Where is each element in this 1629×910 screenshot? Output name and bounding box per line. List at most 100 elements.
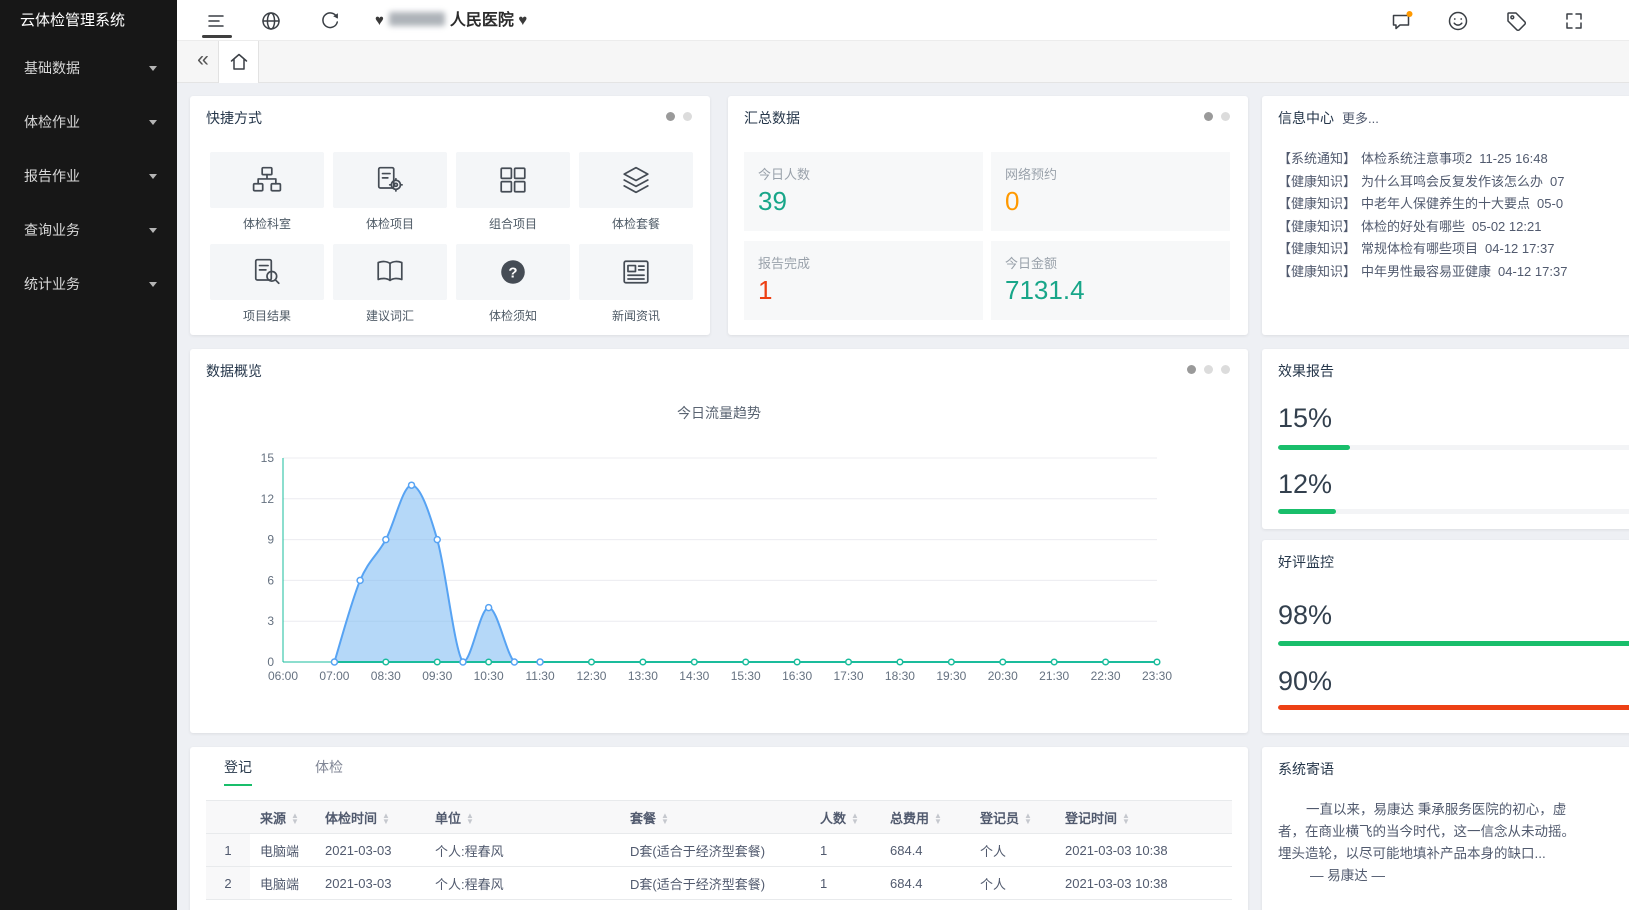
register-table-card: 登记 体检 来源▲▼ 体检时间▲▼ 单位▲▼ 套餐▲▼ 人数▲▼ [190, 747, 1248, 910]
metric-value: 98% [1278, 600, 1332, 631]
app-title: 云体检管理系统 [0, 0, 177, 41]
svg-text:22:30: 22:30 [1091, 669, 1121, 683]
shortcut-news[interactable]: 新闻资讯 [579, 244, 693, 324]
card-title: 好评监控 [1278, 552, 1334, 572]
shortcut-group-items[interactable]: 组合项目 [456, 152, 570, 232]
sort-icon: ▲▼ [382, 813, 390, 825]
info-list: 【系统通知】体检系统注意事项211-25 16:48 【健康知识】为什么耳鸣会反… [1278, 148, 1629, 283]
progress-bar [1278, 705, 1629, 710]
sidebar-item-report-work[interactable]: 报告作业 [0, 149, 177, 203]
column-header-registrar[interactable]: 登记员▲▼ [970, 801, 1055, 834]
carousel-dot[interactable] [1221, 365, 1230, 374]
heart-icon: ♥ [375, 12, 384, 29]
column-header-count[interactable]: 人数▲▼ [810, 801, 880, 834]
carousel-dots [666, 112, 692, 121]
svg-text:08:30: 08:30 [371, 669, 401, 683]
svg-text:12: 12 [261, 492, 275, 506]
shortcut-exam-package[interactable]: 体检套餐 [579, 152, 693, 232]
column-header-exam-time[interactable]: 体检时间▲▼ [315, 801, 425, 834]
home-icon [228, 51, 250, 73]
metric-value: 15% [1278, 403, 1332, 434]
info-item[interactable]: 【系统通知】体检系统注意事项211-25 16:48 [1278, 148, 1629, 171]
question-circle-icon: ? [498, 257, 528, 287]
carousel-dot[interactable] [683, 112, 692, 121]
card-title: 效果报告 [1278, 361, 1334, 381]
main-content: 快捷方式 体检科室 体检项目 [177, 83, 1629, 910]
sidebar-item-basic-data[interactable]: 基础数据 [0, 41, 177, 95]
card-title: 数据概览 [206, 361, 262, 381]
column-header-unit[interactable]: 单位▲▼ [425, 801, 620, 834]
chart-title: 今日流量趋势 [190, 403, 1248, 423]
org-structure-icon [252, 165, 282, 195]
card-title: 汇总数据 [744, 108, 800, 128]
svg-text:09:30: 09:30 [422, 669, 452, 683]
svg-text:16:30: 16:30 [782, 669, 812, 683]
carousel-dot[interactable] [1204, 112, 1213, 121]
refresh-icon[interactable] [318, 9, 342, 33]
svg-text:6: 6 [267, 573, 274, 587]
tab-exam[interactable]: 体检 [315, 757, 343, 786]
carousel-dots [1187, 365, 1230, 374]
app-root: 云体检管理系统 基础数据 体检作业 报告作业 查询业务 统计业务 ♥人民医院 ♥ [0, 0, 1629, 910]
collapse-tabs-icon[interactable]: « [189, 41, 217, 83]
column-header-register-time[interactable]: 登记时间▲▼ [1055, 801, 1232, 834]
stat-today-amount: 今日金额 7131.4 [991, 241, 1230, 320]
chevron-down-icon [149, 282, 157, 287]
shortcut-suggestion-vocab[interactable]: 建议词汇 [333, 244, 447, 324]
info-center-card: 信息中心更多... 【系统通知】体检系统注意事项211-25 16:48 【健康… [1262, 96, 1629, 335]
table-row[interactable]: 2 电脑端 2021-03-03 个人:程春风 D套(适合于经济型套餐) 1 6… [206, 867, 1232, 900]
newspaper-icon [621, 257, 651, 287]
carousel-dot[interactable] [1187, 365, 1196, 374]
svg-text:18:30: 18:30 [885, 669, 915, 683]
fullscreen-icon[interactable] [1562, 9, 1586, 33]
shortcut-exam-notice[interactable]: ? 体检须知 [456, 244, 570, 324]
progress-bar [1278, 509, 1629, 514]
svg-text:14:30: 14:30 [679, 669, 709, 683]
shortcut-exam-items[interactable]: 体检项目 [333, 152, 447, 232]
menu-collapse-icon[interactable] [204, 9, 228, 33]
tab-home[interactable] [218, 41, 259, 83]
more-link[interactable]: 更多... [1342, 111, 1379, 126]
tab-register[interactable]: 登记 [224, 757, 252, 786]
svg-text:06:00: 06:00 [268, 669, 298, 683]
info-item[interactable]: 【健康知识】常规体检有哪些项目04-12 17:37 [1278, 238, 1629, 261]
info-item[interactable]: 【健康知识】中年男性最容易亚健康04-12 17:37 [1278, 261, 1629, 284]
sidebar-item-query[interactable]: 查询业务 [0, 203, 177, 257]
svg-text:3: 3 [267, 614, 274, 628]
svg-text:15: 15 [261, 451, 275, 465]
svg-text:11:30: 11:30 [525, 669, 554, 683]
carousel-dot[interactable] [666, 112, 675, 121]
column-header-total-fee[interactable]: 总费用▲▼ [880, 801, 970, 834]
heart-icon: ♥ [518, 12, 527, 29]
svg-text:0: 0 [267, 655, 274, 669]
column-header-source[interactable]: 来源▲▼ [250, 801, 315, 834]
carousel-dot[interactable] [1221, 112, 1230, 121]
table-row[interactable]: 1 电脑端 2021-03-03 个人:程春风 D套(适合于经济型套餐) 1 6… [206, 834, 1232, 867]
data-overview-card: 数据概览 今日流量趋势 0369121506:0007:0008:3009:30… [190, 349, 1248, 733]
sidebar-item-statistics[interactable]: 统计业务 [0, 257, 177, 311]
column-header-package[interactable]: 套餐▲▼ [620, 801, 810, 834]
progress-bar [1278, 641, 1629, 646]
svg-text:21:30: 21:30 [1039, 669, 1069, 683]
effect-report-card: 效果报告 15% 12% [1262, 349, 1629, 529]
card-title: 系统寄语 [1278, 759, 1334, 779]
stat-report-done: 报告完成 1 [744, 241, 983, 320]
book-icon [375, 257, 405, 287]
message-icon[interactable] [1390, 9, 1414, 33]
sidebar-item-exam-work[interactable]: 体检作业 [0, 95, 177, 149]
info-item[interactable]: 【健康知识】体检的好处有哪些05-02 12:21 [1278, 216, 1629, 239]
table-header-row: 来源▲▼ 体检时间▲▼ 单位▲▼ 套餐▲▼ 人数▲▼ 总费用▲▼ 登记员▲▼ 登… [206, 801, 1232, 834]
shortcut-exam-department[interactable]: 体检科室 [210, 152, 324, 232]
svg-text:23:30: 23:30 [1142, 669, 1172, 683]
shortcut-item-results[interactable]: 项目结果 [210, 244, 324, 324]
theme-face-icon[interactable] [1446, 9, 1470, 33]
card-title: 快捷方式 [206, 108, 262, 128]
carousel-dot[interactable] [1204, 365, 1213, 374]
sort-icon: ▲▼ [934, 813, 942, 825]
info-item[interactable]: 【健康知识】中老年人保健养生的十大要点05-0 [1278, 193, 1629, 216]
svg-text:10:30: 10:30 [474, 669, 504, 683]
globe-icon[interactable] [259, 9, 283, 33]
sort-icon: ▲▼ [851, 813, 859, 825]
info-item[interactable]: 【健康知识】为什么耳鸣会反复发作该怎么办07 [1278, 171, 1629, 194]
tag-icon[interactable] [1504, 9, 1528, 33]
